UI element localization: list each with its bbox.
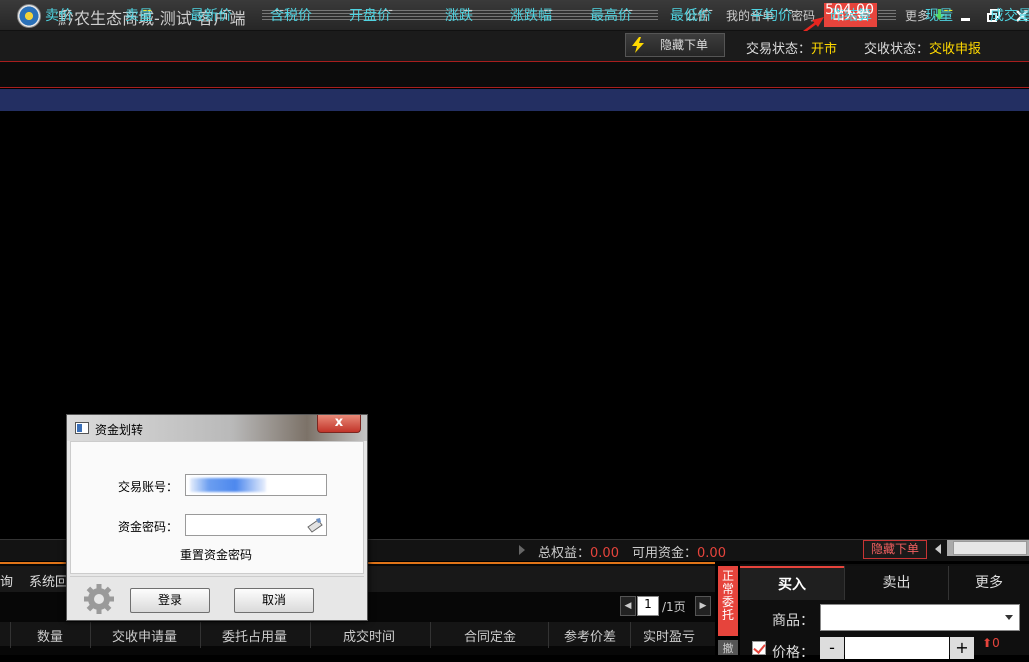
product-select[interactable]: [820, 604, 1020, 631]
tab-buy[interactable]: 买入: [740, 566, 844, 600]
lightning-icon: [632, 37, 644, 53]
cancel-button[interactable]: 取消: [234, 588, 314, 613]
col-delivery-request[interactable]: 交收申请量: [112, 626, 177, 645]
app-logo-icon: [17, 4, 41, 28]
column-divider: [10, 622, 11, 648]
column-divider: [90, 622, 91, 648]
dialog-close-button[interactable]: x: [317, 415, 361, 433]
column-divider: [200, 622, 201, 648]
reset-password-link[interactable]: 重置资金密码: [180, 546, 252, 563]
col-order-occupied[interactable]: 委托占用量: [222, 626, 287, 645]
cell-open-price: --: [383, 3, 393, 18]
quote-table-header: [0, 61, 1029, 88]
password-input[interactable]: [185, 514, 327, 536]
blurred-account-value: [190, 478, 266, 492]
available-funds-value: 0.00: [697, 546, 726, 561]
tab-query[interactable]: 询: [0, 571, 13, 590]
title-drag-grip-2[interactable]: [878, 10, 896, 22]
up-indicator: ⬆0: [982, 636, 1000, 650]
account-label: 交易账号：: [118, 480, 179, 494]
col-trade-time[interactable]: 成交时间: [343, 626, 395, 645]
account-input[interactable]: [185, 474, 327, 496]
normal-order-tab[interactable]: 正常委托: [718, 566, 738, 636]
horizontal-scrollbar[interactable]: [947, 540, 1029, 556]
cell-trade-volume: --: [1023, 3, 1029, 18]
col-realtime-pnl[interactable]: 实时盈亏: [643, 626, 695, 645]
tab-sell[interactable]: 卖出: [844, 566, 948, 600]
cell-avg-price: --: [783, 3, 793, 18]
cell-sell-volume: --: [142, 3, 152, 18]
available-funds: 可用资金：0.00: [632, 546, 726, 561]
play-icon[interactable]: [518, 544, 526, 556]
page-total: /1页: [662, 600, 686, 614]
price-increment-button[interactable]: +: [950, 637, 974, 659]
window-icon: [75, 422, 89, 434]
cell-prev-settle: 504.00: [825, 2, 874, 18]
cell-sell-price: --: [62, 3, 72, 18]
delivery-status-value: 交收申报: [929, 42, 982, 57]
price-input[interactable]: [845, 637, 949, 659]
cell-latest-price: --: [222, 3, 232, 18]
column-divider: [430, 622, 431, 648]
scroll-left-icon[interactable]: [933, 543, 943, 555]
tab-system-reply[interactable]: 系统回: [29, 571, 68, 590]
trade-status: 交易状态：开市: [746, 42, 838, 57]
col-contract-deposit[interactable]: 合同定金: [464, 626, 516, 645]
cell-change: --: [463, 3, 473, 18]
tab-more[interactable]: 更多: [948, 566, 1029, 600]
col-ref-spread[interactable]: 参考价差: [564, 626, 616, 645]
total-equity-value: 0.00: [590, 546, 619, 561]
page-next-icon[interactable]: ▶: [695, 596, 711, 616]
hide-order-button-lower[interactable]: 隐藏下单: [863, 540, 927, 559]
price-checkbox[interactable]: [752, 641, 766, 655]
cancel-order-tab[interactable]: 撤: [718, 640, 738, 655]
login-button[interactable]: 登录: [130, 588, 210, 613]
trade-status-value: 开市: [811, 42, 838, 57]
cell-high-price: --: [623, 3, 633, 18]
product-label: 商品：: [772, 613, 814, 629]
col-quantity[interactable]: 数量: [37, 626, 63, 645]
minimize-icon[interactable]: [958, 8, 974, 24]
delivery-status: 交收状态：交收申报: [864, 42, 982, 57]
gear-icon[interactable]: [82, 582, 116, 616]
scrollbar-thumb[interactable]: [953, 541, 1027, 555]
table-row[interactable]: [0, 89, 1029, 111]
dialog-title: 资金划转: [95, 423, 144, 437]
column-divider: [310, 622, 311, 648]
cell-change-pct: --: [543, 3, 553, 18]
price-decrement-button[interactable]: -: [820, 637, 844, 659]
keyboard-icon[interactable]: [306, 517, 324, 533]
cell-current-volume: --: [943, 3, 953, 18]
total-equity: 总权益：0.00: [538, 546, 619, 561]
page-input[interactable]: 1: [637, 596, 659, 616]
cell-low-price: --: [703, 3, 713, 18]
column-divider: [630, 622, 631, 648]
cell-tax-price: --: [274, 3, 284, 18]
price-label: 价格：: [772, 645, 814, 661]
chevron-down-icon: [1005, 615, 1013, 620]
column-divider: [548, 622, 549, 648]
page-prev-icon[interactable]: ◀: [620, 596, 636, 616]
password-label: 资金密码：: [118, 520, 179, 534]
